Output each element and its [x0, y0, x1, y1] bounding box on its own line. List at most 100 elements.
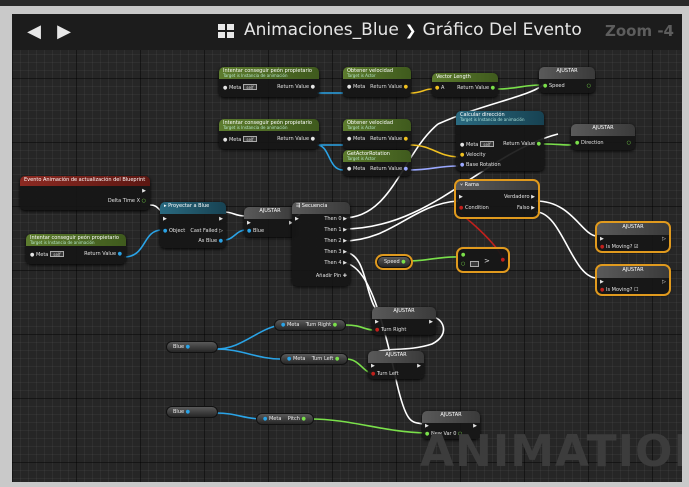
node-set-turn-right[interactable]: AJUSTAR ▶ ▶ ● Turn Right	[372, 307, 436, 335]
pin-target[interactable]: ● Meta self	[223, 136, 257, 143]
pin-a[interactable]: ●	[461, 252, 465, 258]
pin-exec-in[interactable]: ▶	[600, 236, 604, 242]
node-vector-length[interactable]: Vector Length ● A Return Value ●	[432, 73, 498, 97]
pin-then-4[interactable]: Then 4 ▶	[324, 260, 347, 266]
node-event-blueprint-update[interactable]: Evento Animación de actualización del Bl…	[20, 176, 150, 210]
pin-exec-out[interactable]: ▶	[417, 363, 421, 369]
node-set-is-moving-2[interactable]: AJUSTAR ▶ ▷ ● Is Moving? ☐	[595, 264, 671, 296]
get-speed-variable[interactable]: Speed ●	[375, 254, 413, 270]
pin-target[interactable]: ● Meta self	[30, 251, 64, 258]
get-blue-variable-1[interactable]: Blue ●	[166, 341, 218, 353]
node-set-speed[interactable]: AJUSTAR ● Speed ○	[539, 67, 595, 93]
node-title: AJUSTAR	[259, 208, 281, 214]
get-turn-right[interactable]: ● Meta Turn Right ●	[274, 319, 346, 331]
node-calc-direction[interactable]: Calcular dirección Target is Instancia de…	[456, 111, 544, 171]
pin-target[interactable]: ● Meta self	[223, 84, 257, 91]
pin-blue[interactable]: ● Blue	[247, 228, 264, 234]
pin-turn-left[interactable]: ● Turn Left	[371, 371, 399, 377]
node-subtitle: Target is Actor	[347, 125, 376, 130]
pin-velocity[interactable]: ● Velocity	[460, 152, 486, 158]
node-title: Secuencia	[301, 203, 328, 209]
pin-return[interactable]: Return Value ●	[503, 141, 541, 147]
node-header: AJUSTAR	[539, 67, 595, 79]
arrow-left-icon[interactable]: ◀	[24, 22, 44, 42]
pin-exec-in[interactable]: ▶	[600, 279, 604, 285]
node-compare-greater[interactable]: ● ○ > ●	[456, 247, 510, 273]
pin-cast-failed[interactable]: Cast Failed ▷	[190, 228, 223, 234]
pin-exec-out[interactable]: ▷	[662, 236, 666, 242]
pin-as-blue[interactable]: As Blue ●	[198, 238, 223, 244]
breadcrumb-blueprint[interactable]: Animaciones_Blue	[244, 20, 399, 40]
node-set-blue[interactable]: AJUSTAR ▶ ▶ ● Blue	[244, 207, 296, 237]
get-blue-variable-2[interactable]: Blue ●	[166, 406, 218, 418]
pin-return[interactable]: Return Value ●	[277, 84, 315, 90]
pin-out[interactable]: ○	[587, 83, 591, 89]
pin-exec-out[interactable]: ▶	[142, 188, 146, 194]
pin-object[interactable]: ● Object	[163, 228, 185, 234]
pin-then-2[interactable]: Then 2 ▶	[324, 238, 347, 244]
float-wire	[496, 84, 541, 90]
arrow-right-icon[interactable]: ▶	[54, 22, 74, 42]
node-set-direction[interactable]: AJUSTAR ● Direction ○	[571, 124, 635, 150]
pin-result[interactable]: ●	[501, 257, 505, 263]
pin-exec-out[interactable]: ▶	[429, 319, 433, 325]
pin-target[interactable]: ● Meta	[347, 166, 365, 172]
pin-exec-in[interactable]: ▶	[163, 216, 167, 222]
b-value-box[interactable]	[470, 261, 479, 267]
node-pawn-owner-3[interactable]: Intentar conseguir peón propietario Targe…	[26, 234, 126, 264]
node-pawn-owner-2[interactable]: Intentar conseguir peón propietario Targe…	[219, 119, 319, 149]
pin-base-rotation[interactable]: ● Base Rotation	[460, 162, 501, 168]
pin-true[interactable]: Verdadero ▶	[504, 194, 535, 200]
pin-exec-in[interactable]: ▶	[459, 194, 463, 200]
node-get-velocity-1[interactable]: Obtener velocidad Target is Actor ● Meta …	[343, 67, 411, 97]
pin-is-moving[interactable]: ● Is Moving? ☐	[600, 287, 638, 293]
pin-b[interactable]: ○	[461, 261, 465, 267]
pin-delta-time[interactable]: Delta Time X ○	[108, 198, 146, 204]
pin-condition[interactable]: ● Condition	[459, 205, 489, 211]
pin-exec-in[interactable]: ▶	[371, 363, 375, 369]
pin-then-1[interactable]: Then 1 ▶	[324, 227, 347, 233]
node-header: Intentar conseguir peón propietario Targe…	[219, 119, 319, 131]
pin-is-moving[interactable]: ● Is Moving? ☑	[600, 244, 638, 250]
add-pin-button[interactable]: Añadir Pin ✚	[316, 273, 347, 279]
pin-false[interactable]: Falso ▶	[517, 205, 535, 211]
node-title: Evento Animación de actualización del Bl…	[24, 177, 146, 183]
pin-return[interactable]: Return Value ●	[84, 251, 122, 257]
pin-return[interactable]: Return Value ●	[277, 136, 315, 142]
get-turn-left[interactable]: ● Meta Turn Left ●	[280, 353, 348, 365]
pin-return[interactable]: Return Value ●	[370, 136, 408, 142]
node-set-is-moving-1[interactable]: AJUSTAR ▶ ▷ ● Is Moving? ☑	[595, 221, 671, 253]
pin-return[interactable]: Return Value ●	[457, 85, 495, 91]
pin-exec-in[interactable]: ▶	[247, 220, 251, 226]
node-cast-to-blue[interactable]: ▸ Proyectar a Blue ▶ ▶ ● Object Cast Fai…	[160, 202, 226, 248]
pin-target[interactable]: ● Meta self	[460, 141, 494, 148]
pin-exec-in[interactable]: ▶	[295, 216, 299, 222]
pin-turn-right[interactable]: ● Turn Right	[375, 327, 406, 333]
pin-target[interactable]: ● Meta	[347, 84, 365, 90]
object-wire	[316, 144, 344, 171]
pin-out[interactable]: ○	[627, 140, 631, 146]
pin-target[interactable]: ● Meta	[347, 136, 365, 142]
node-get-velocity-2[interactable]: Obtener velocidad Target is Actor ● Meta …	[343, 119, 411, 149]
pin-then-0[interactable]: Then 0 ▶	[324, 216, 347, 222]
node-set-turn-left[interactable]: AJUSTAR ▶ ▶ ● Turn Left	[368, 351, 424, 379]
node-title: AJUSTAR	[622, 224, 644, 230]
pin-direction[interactable]: ● Direction	[575, 140, 604, 146]
pin-exec-in[interactable]: ▶	[375, 319, 379, 325]
pin-exec-out[interactable]: ▷	[662, 279, 666, 285]
pin-return[interactable]: Return Value ●	[370, 166, 408, 172]
pin-a[interactable]: ● A	[435, 85, 444, 91]
node-get-actor-rotation[interactable]: GetActorRotation Target is Actor ● Meta R…	[343, 150, 411, 176]
pin-exec-out[interactable]: ▶	[219, 216, 223, 222]
node-pawn-owner-1[interactable]: Intentar conseguir peón propietario Targe…	[219, 67, 319, 97]
get-pitch[interactable]: ● Meta Pitch ●	[256, 413, 314, 425]
node-branch[interactable]: ⑂ Rama ▶ Verdadero ▶ ● Condition Falso ▶	[454, 179, 540, 219]
pin-speed[interactable]: ● Speed	[543, 83, 565, 89]
object-wire	[215, 324, 281, 350]
event-graph-canvas[interactable]: ◀ ▶ Animaciones_Blue ❯ Gráfico Del Evento …	[12, 14, 682, 482]
node-title: AJUSTAR	[440, 412, 462, 418]
editor-frame: ◀ ▶ Animaciones_Blue ❯ Gráfico Del Evento …	[0, 0, 689, 487]
node-sequence[interactable]: ⇶ Secuencia ▶ Then 0 ▶ Then 1 ▶ Then 2 ▶…	[292, 202, 350, 286]
pin-return[interactable]: Return Value ●	[370, 84, 408, 90]
pin-then-3[interactable]: Then 3 ▶	[324, 249, 347, 255]
